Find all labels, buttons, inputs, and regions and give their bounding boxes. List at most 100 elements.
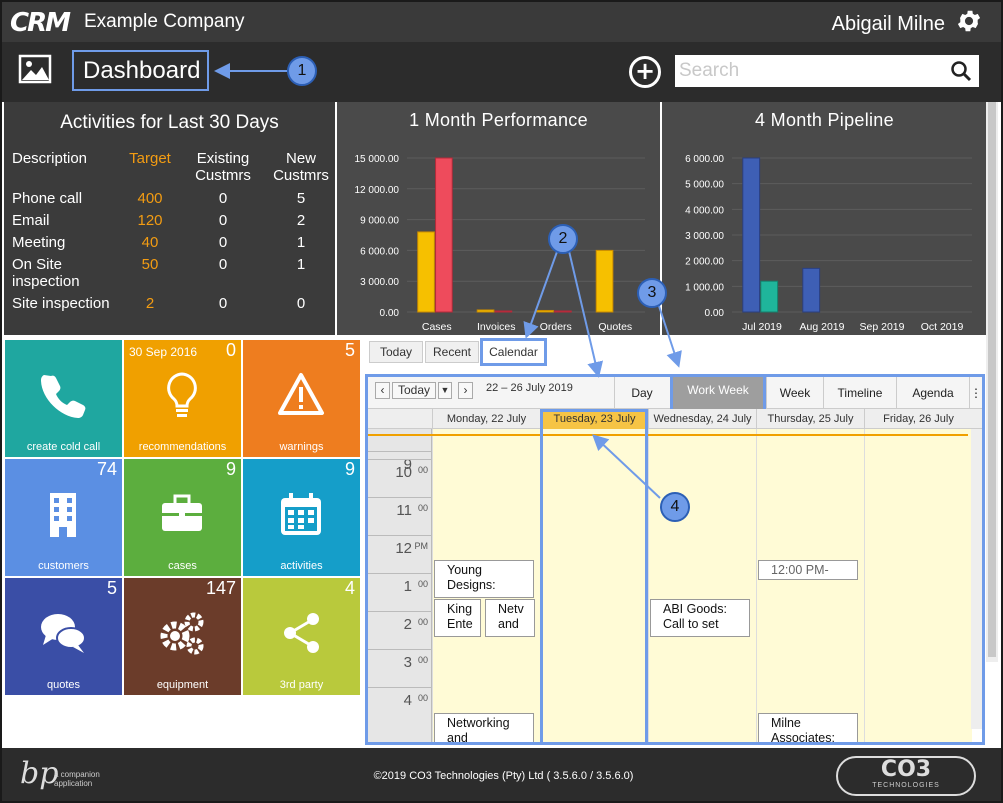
day-header-fri[interactable]: Friday, 26 July	[864, 409, 972, 429]
tile-3rd-party[interactable]: 4 3rd party	[243, 578, 360, 695]
bar[interactable]	[417, 231, 435, 313]
search-icon[interactable]	[949, 59, 973, 83]
bar[interactable]	[802, 267, 821, 313]
bar[interactable]	[554, 310, 572, 313]
bar[interactable]	[476, 309, 495, 313]
x-tick-label: Jul 2019	[742, 321, 782, 333]
col-existing: Existing Custmrs	[195, 150, 251, 184]
view-timeline[interactable]: Timeline	[823, 377, 896, 409]
view-work-week[interactable]: Work Week	[670, 377, 766, 414]
footer: bp a companion application ©2019 CO3 Tec…	[2, 748, 1001, 801]
row-target: 120	[137, 212, 163, 229]
tile-customers[interactable]: 74 customers	[5, 459, 122, 576]
hour-label: 11	[396, 502, 412, 519]
pipeline-chart: 6 000.00 5 000.00 4 000.00 3 000.00 2 000.00…	[685, 154, 972, 333]
co3-logo: CO3 TECHNOLOGIES	[836, 756, 976, 796]
hour-label: 2	[403, 616, 412, 633]
tab-recent[interactable]: Recent	[425, 341, 479, 363]
add-icon[interactable]: +	[629, 56, 661, 88]
more-menu-icon[interactable]: ⋮	[969, 377, 982, 409]
hour-label: 3	[403, 654, 412, 671]
bar[interactable]	[595, 249, 614, 313]
tile-label: cases	[168, 560, 197, 572]
bar[interactable]	[435, 157, 453, 313]
minute-label: 00	[417, 617, 428, 627]
row-existing: 0	[218, 234, 228, 251]
view-week[interactable]: Week	[766, 377, 823, 409]
image-icon[interactable]	[18, 54, 52, 84]
row-existing: 0	[218, 256, 228, 273]
calendar-event[interactable]: 12:00 PM-	[758, 560, 858, 580]
calendar-event[interactable]: Young Designs:	[434, 560, 534, 598]
tile-count: 0	[225, 340, 236, 360]
row-new: 5	[296, 190, 306, 207]
scroll-thumb[interactable]	[988, 102, 996, 657]
tile-date: 30 Sep 2016	[129, 345, 198, 359]
search-input[interactable]	[675, 55, 979, 87]
col-description: Description	[12, 150, 88, 167]
day-header-wed[interactable]: Wednesday, 24 July	[648, 409, 756, 429]
tile-label: quotes	[46, 679, 81, 691]
callout-3: 3	[637, 278, 667, 308]
company-name: Example Company	[84, 11, 245, 32]
calendar-event[interactable]: King Ente	[434, 599, 481, 637]
view-day[interactable]: Day	[614, 377, 669, 409]
day-column-thu[interactable]	[756, 429, 864, 742]
today-button[interactable]: Today	[392, 382, 436, 399]
day-header-mon[interactable]: Monday, 22 July	[432, 409, 540, 429]
tile-cases[interactable]: 9 cases	[124, 459, 241, 576]
page-scrollbar[interactable]	[986, 102, 998, 662]
day-column-wed[interactable]	[648, 429, 756, 742]
calendar-body: 9 10 00 11 00 12 PM 1 00 2 00 3 00 4 00 Young D…	[368, 429, 982, 742]
next-arrow-icon[interactable]: ›	[458, 382, 473, 399]
minute-label: 00	[417, 503, 428, 513]
calendar-event[interactable]: Networking and	[434, 713, 534, 742]
activities-panel: Activities for Last 30 Days Description …	[4, 102, 335, 335]
gear-icon[interactable]	[955, 7, 983, 35]
calendar-toolbar: ‹ Today ▼ › 22 – 26 July 2019 Day Work W…	[368, 377, 982, 414]
current-time-line	[368, 434, 968, 436]
hour-slot: 2 00	[368, 611, 432, 649]
calendar-event[interactable]: Milne Associates:	[758, 713, 858, 742]
tile-equipment[interactable]: 147 equipment	[124, 578, 241, 695]
tile-activities[interactable]: 9 activities	[243, 459, 360, 576]
tile-label: activities	[280, 560, 323, 572]
prev-arrow-icon[interactable]: ‹	[375, 382, 390, 399]
tab-calendar[interactable]: Calendar	[480, 338, 547, 366]
hour-slot: 1 00	[368, 573, 432, 611]
y-tick-label: 0.00	[705, 308, 725, 319]
y-tick-label: 1 000.00	[685, 282, 724, 293]
tile-count: 147	[205, 578, 236, 598]
calendar-event[interactable]: ABI Goods: Call to set	[650, 599, 750, 637]
callout-4: 4	[660, 492, 690, 522]
bar[interactable]	[742, 157, 761, 313]
co3-logo-text: CO3	[880, 757, 932, 782]
tile-create-cold-call[interactable]: create cold call	[5, 340, 122, 457]
corner-cell	[368, 409, 432, 429]
dropdown-arrow-icon[interactable]: ▼	[438, 382, 452, 399]
calendar-scrollbar[interactable]	[971, 429, 982, 729]
row-desc: Email	[12, 212, 50, 229]
activities-table: Description Target Existing Custmrs New …	[9, 150, 335, 331]
day-column-fri[interactable]	[864, 429, 972, 742]
tab-today[interactable]: Today	[369, 341, 423, 363]
row-target: 40	[141, 234, 159, 251]
x-tick-label: Invoices	[477, 321, 516, 333]
row-desc: Meeting	[12, 234, 66, 251]
warning-icon	[278, 373, 324, 415]
tile-quotes[interactable]: 5 quotes	[5, 578, 122, 695]
calendar-event[interactable]: Netv and	[485, 599, 535, 637]
user-name[interactable]: Abigail Milne	[832, 13, 945, 36]
tile-warnings[interactable]: 5 warnings	[243, 340, 360, 457]
calendar-icon	[281, 493, 321, 535]
bar[interactable]	[494, 310, 513, 313]
bar[interactable]	[536, 309, 554, 313]
y-tick-label: 9 000.00	[360, 216, 399, 227]
view-agenda[interactable]: Agenda	[896, 377, 969, 409]
row-new: 2	[296, 212, 306, 229]
tile-recommendations[interactable]: 30 Sep 2016 0 recommendations	[124, 340, 241, 457]
day-header-thu[interactable]: Thursday, 25 July	[756, 409, 864, 429]
bar[interactable]	[760, 280, 779, 313]
hour-slot: 11 00	[368, 497, 432, 535]
y-tick-label: 0.00	[380, 308, 400, 319]
